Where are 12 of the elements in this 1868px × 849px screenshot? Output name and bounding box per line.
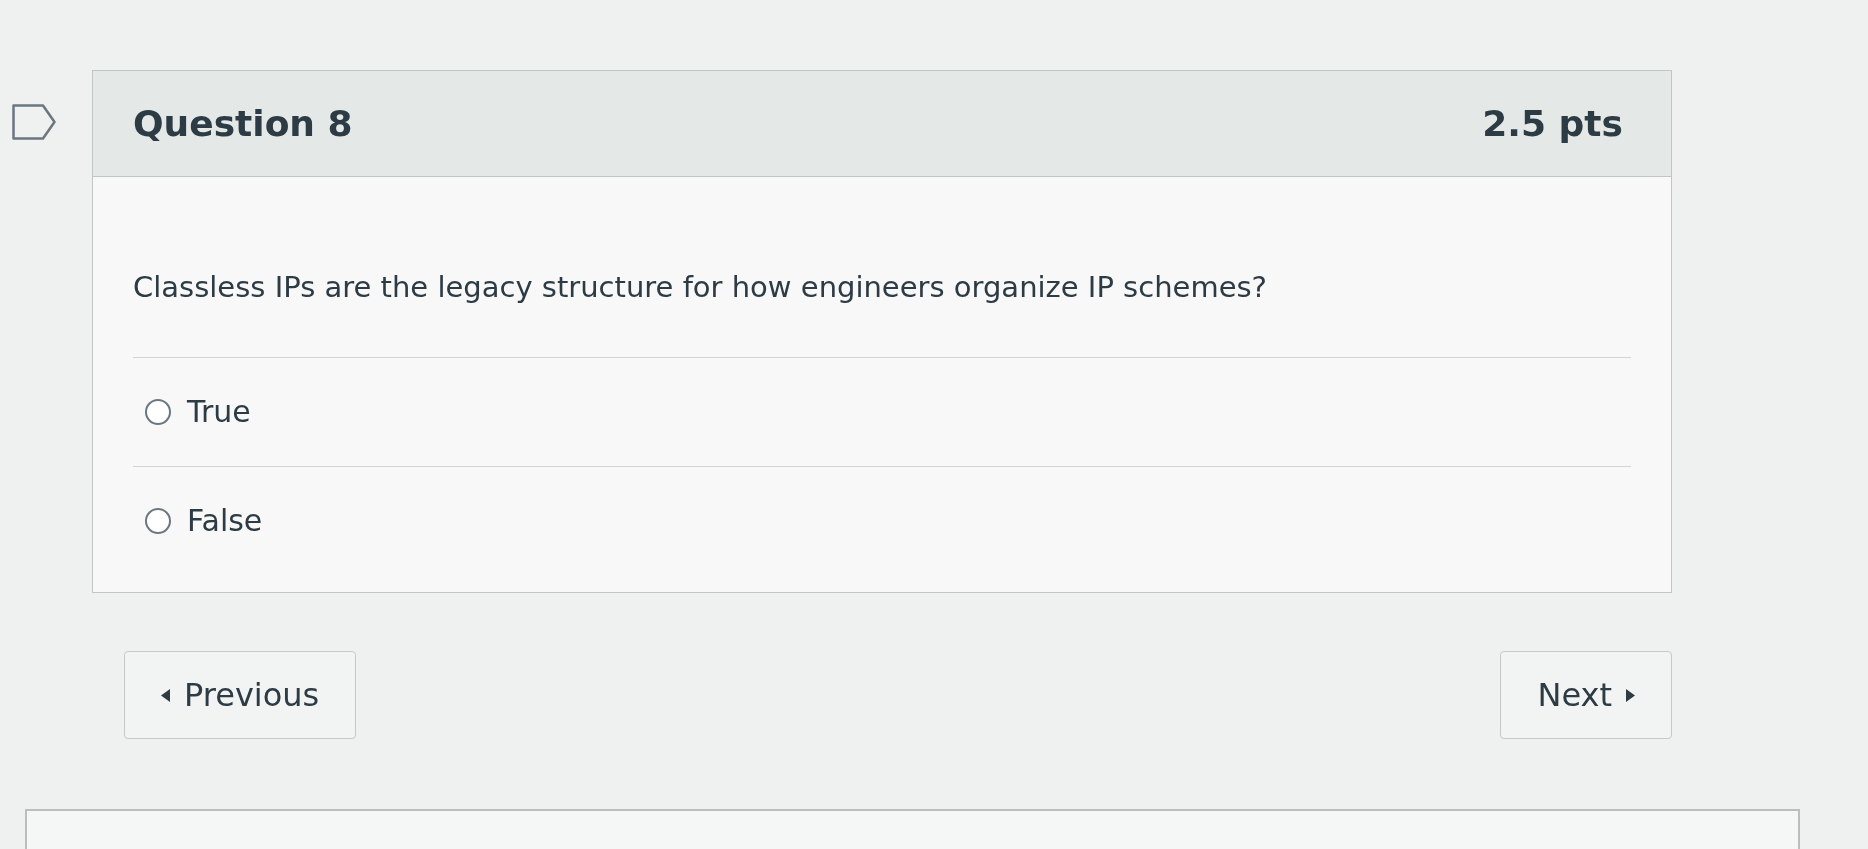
triangle-right-icon [1626,688,1635,702]
question-title: Question 8 [133,101,353,146]
radio-button[interactable] [145,508,171,534]
answer-label: True [187,393,251,431]
triangle-left-icon [161,688,170,702]
next-button[interactable]: Next [1500,651,1672,739]
answer-label: False [187,502,263,540]
radio-button[interactable] [145,399,171,425]
question-text: Classless IPs are the legacy structure for how engineers organize IP schemes? [133,269,1268,306]
flag-icon[interactable] [12,104,56,140]
points-label: 2.5 pts [1482,101,1623,146]
previous-button[interactable]: Previous [124,651,357,739]
